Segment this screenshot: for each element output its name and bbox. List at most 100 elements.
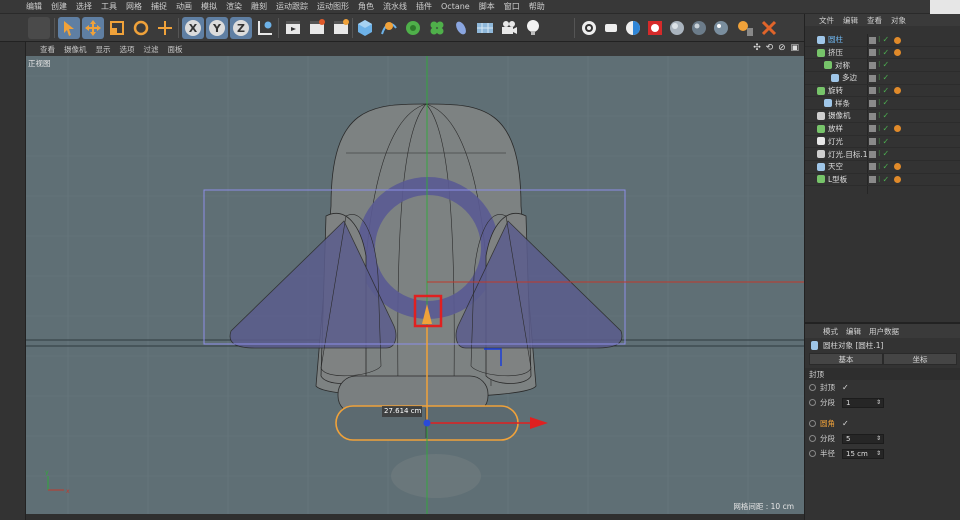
coordinate-icon[interactable] [254,17,276,39]
enabled-check-icon[interactable]: ✓ [883,74,890,82]
menu-item[interactable]: 运动图形 [317,1,349,12]
menu-item[interactable]: 脚本 [479,1,495,12]
subdivision-icon[interactable] [402,17,424,39]
visibility-icon[interactable]: ⁝ [878,61,881,69]
object-row[interactable]: 多边 ⁝ ✓ [805,72,960,85]
deformer-icon[interactable] [450,17,472,39]
layer-icon[interactable] [869,61,876,69]
y-axis-icon[interactable]: Y [206,17,228,39]
enabled-check-icon[interactable]: ✓ [883,86,890,95]
camera-icon[interactable] [498,17,520,39]
layer-icon[interactable] [869,49,876,57]
layer-icon[interactable] [869,74,876,82]
attribute-value-field[interactable]: 1 ⇕ [842,397,884,408]
object-row[interactable]: 灯光.目标.1 ⁝ ✓ [805,148,960,161]
layer-icon[interactable] [869,87,876,95]
menu-item[interactable]: 动画 [176,1,192,12]
enabled-check-icon[interactable]: ✓ [883,124,890,133]
object-row[interactable]: 天空 ⁝ ✓ [805,161,960,174]
octane-material-icon[interactable] [600,17,622,39]
layer-icon[interactable] [869,176,876,184]
attribute-tab[interactable]: 编辑 [846,326,861,337]
render-view-icon[interactable] [282,17,304,39]
menu-item[interactable]: 雕刻 [251,1,267,12]
object-manager-tab[interactable]: 文件 [819,15,834,26]
visibility-icon[interactable]: ⁝ [878,99,881,107]
attribute-checkbox[interactable]: ✓ [842,419,849,428]
object-manager-tab[interactable]: 对象 [891,15,906,26]
attribute-tab[interactable]: 模式 [823,326,838,337]
menu-item[interactable]: 选择 [76,1,92,12]
octane-settings-icon[interactable] [734,17,756,39]
viewport-nav-icon[interactable]: ✣ ⟲ ⊘ ▣ [753,43,800,53]
render-settings-icon[interactable] [330,17,352,39]
rotate-icon[interactable] [130,17,152,39]
viewport-front[interactable]: y x 正视图 27.614 cm 网格间距 : 10 cm [26,56,804,514]
animate-radio-icon[interactable] [809,399,816,406]
visibility-icon[interactable]: ⁝ [878,137,881,146]
cloner-icon[interactable] [426,17,448,39]
viewport-menu-item[interactable]: 选项 [120,44,135,55]
menu-item[interactable]: 流水线 [383,1,407,12]
material-glossy-icon[interactable] [688,17,710,39]
viewport-menu-item[interactable]: 面板 [168,44,183,55]
object-row[interactable]: 挤压 ⁝ ✓ [805,47,960,60]
octane-render-icon[interactable] [644,17,666,39]
object-row[interactable]: 圆柱 ⁝ ✓ [805,34,960,47]
visibility-icon[interactable]: ⁝ [878,74,881,82]
visibility-icon[interactable]: ⁝ [878,124,881,133]
floor-icon[interactable] [474,17,496,39]
menu-item[interactable]: Octane [441,2,470,11]
enabled-check-icon[interactable]: ✓ [883,112,890,120]
menu-item[interactable]: 运动跟踪 [276,1,308,12]
attribute-tab[interactable]: 用户数据 [869,326,899,337]
undo-icon[interactable] [28,17,50,39]
object-manager-tab[interactable]: 编辑 [843,15,858,26]
layer-icon[interactable] [869,125,876,133]
viewport-menu-item[interactable]: 查看 [40,44,55,55]
move-icon[interactable] [82,17,104,39]
object-row[interactable]: 旋转 ⁝ ✓ [805,85,960,98]
render-picture-icon[interactable] [306,17,328,39]
animate-radio-icon[interactable] [809,420,816,427]
tag-icon[interactable] [894,176,902,184]
layer-icon[interactable] [869,163,876,171]
material-sphere-icon[interactable] [666,17,688,39]
object-row[interactable]: 放样 ⁝ ✓ [805,123,960,136]
attribute-value-field[interactable]: 15 cm ⇕ [842,448,884,459]
menu-item[interactable]: 编辑 [26,1,42,12]
visibility-icon[interactable]: ⁝ [878,112,881,120]
tag-icon[interactable] [894,87,902,95]
enabled-check-icon[interactable]: ✓ [883,61,890,69]
menu-item[interactable]: 插件 [416,1,432,12]
layer-icon[interactable] [869,138,876,145]
tag-icon[interactable] [894,125,902,133]
basic-tab-button[interactable]: 基本 [809,353,883,365]
layer-icon[interactable] [869,99,876,107]
object-row[interactable]: 对称 ⁝ ✓ [805,59,960,73]
menu-item[interactable]: 捕捉 [151,1,167,12]
visibility-icon[interactable]: ⁝ [878,48,881,57]
animate-radio-icon[interactable] [809,435,816,442]
octane-object-icon[interactable] [758,17,780,39]
menu-item[interactable]: 工具 [101,1,117,12]
layer-icon[interactable] [869,112,876,120]
menu-item[interactable]: 帮助 [529,1,545,12]
menu-item[interactable]: 创建 [51,1,67,12]
x-axis-icon[interactable]: X [182,17,204,39]
menu-item[interactable]: 渲染 [226,1,242,12]
menu-item[interactable]: 角色 [358,1,374,12]
enabled-check-icon[interactable]: ✓ [883,150,890,158]
tag-icon[interactable] [894,163,902,171]
coord-tab-button[interactable]: 坐标 [883,353,957,365]
enabled-check-icon[interactable]: ✓ [883,36,890,44]
menu-item[interactable]: 网格 [126,1,142,12]
material-specular-icon[interactable] [710,17,732,39]
visibility-icon[interactable]: ⁝ [878,36,881,44]
object-row[interactable]: L型板 ⁝ ✓ [805,174,960,187]
z-axis-icon[interactable]: Z [230,17,252,39]
select-icon[interactable] [58,17,80,39]
enabled-check-icon[interactable]: ✓ [883,162,890,171]
light-icon[interactable] [522,17,544,39]
stepper-icon[interactable]: ⇕ [876,399,881,406]
